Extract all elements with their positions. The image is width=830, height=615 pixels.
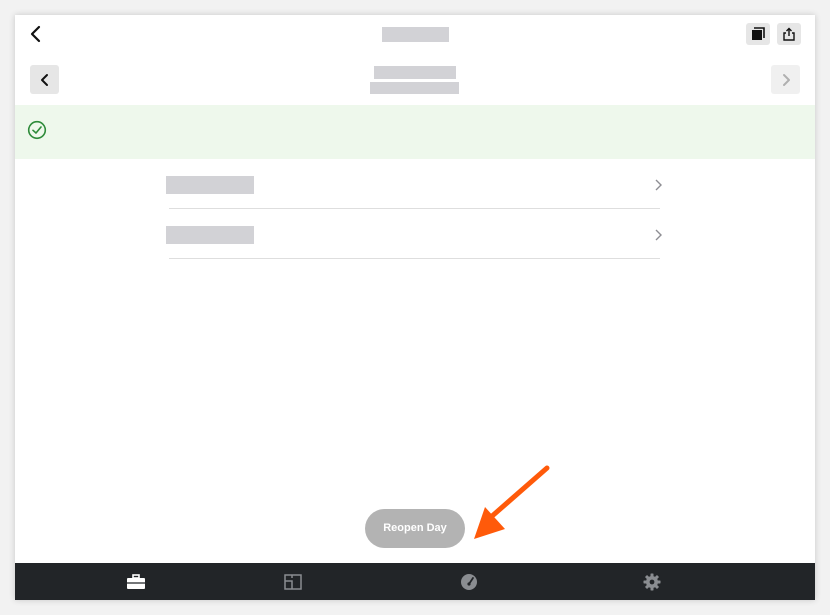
tab-settings[interactable] bbox=[622, 563, 682, 600]
gear-icon bbox=[643, 573, 661, 590]
chevron-left-icon bbox=[30, 25, 41, 43]
check-circle-icon bbox=[27, 120, 47, 140]
list-item[interactable] bbox=[165, 159, 665, 209]
list-item[interactable] bbox=[165, 209, 665, 259]
top-bar bbox=[15, 15, 815, 55]
reopen-day-button[interactable]: Reopen Day bbox=[365, 509, 465, 548]
next-day-button[interactable] bbox=[771, 65, 800, 94]
chevron-right-icon bbox=[782, 73, 790, 86]
chevron-right-icon bbox=[655, 229, 662, 241]
app-window: Reopen Day bbox=[15, 15, 815, 600]
date-navigator bbox=[15, 60, 815, 105]
copy-button[interactable] bbox=[746, 23, 770, 45]
chevron-right-icon bbox=[655, 179, 662, 191]
tab-bar bbox=[15, 563, 815, 600]
status-banner bbox=[15, 105, 815, 159]
annotation-arrow-icon bbox=[474, 465, 550, 539]
back-button[interactable] bbox=[27, 24, 47, 44]
dashboard-icon bbox=[461, 573, 477, 590]
divider bbox=[169, 258, 660, 259]
page-title-placeholder bbox=[382, 27, 449, 42]
previous-day-button[interactable] bbox=[30, 65, 59, 94]
share-button[interactable] bbox=[777, 23, 801, 45]
copy-icon bbox=[752, 27, 765, 40]
date-title-placeholder bbox=[374, 66, 456, 79]
tab-drawings[interactable] bbox=[263, 563, 323, 600]
share-icon bbox=[783, 27, 795, 41]
tab-dashboard[interactable] bbox=[439, 563, 499, 600]
date-subtitle-placeholder bbox=[370, 82, 459, 94]
chevron-left-icon bbox=[40, 73, 48, 86]
tab-projects[interactable] bbox=[106, 563, 166, 600]
list-item-label-placeholder bbox=[166, 176, 254, 194]
briefcase-icon bbox=[127, 573, 145, 589]
section-list bbox=[165, 159, 665, 259]
list-item-label-placeholder bbox=[166, 226, 254, 244]
floorplan-icon bbox=[284, 573, 302, 590]
